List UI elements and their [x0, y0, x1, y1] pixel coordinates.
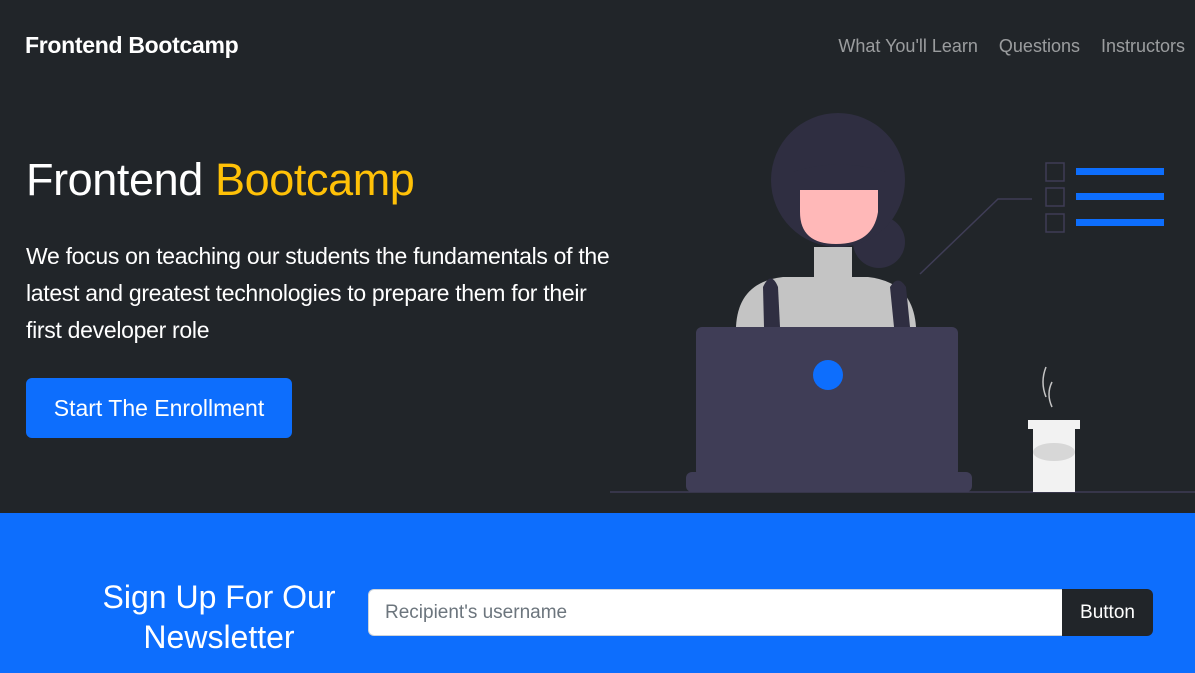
- coffee-cup-icon: [1028, 366, 1080, 492]
- hero-title-accent: Bootcamp: [215, 154, 415, 205]
- navbar: Frontend Bootcamp What You'll Learn Ques…: [0, 0, 1195, 92]
- nav-link-questions[interactable]: Questions: [999, 36, 1080, 57]
- nav-links: What You'll Learn Questions Instructors: [817, 36, 1185, 57]
- woman-figure: [736, 113, 916, 327]
- newsletter-submit-button[interactable]: Button: [1062, 589, 1153, 636]
- newsletter-title: Sign Up For Our Newsletter: [102, 579, 336, 655]
- start-enrollment-button[interactable]: Start The Enrollment: [26, 378, 292, 438]
- pointer-line: [919, 198, 1032, 275]
- laptop-logo: [813, 360, 843, 390]
- nav-link-what-youll-learn[interactable]: What You'll Learn: [838, 36, 978, 57]
- woman-at-laptop-illustration: [610, 113, 1195, 493]
- newsletter-username-input[interactable]: [368, 589, 1062, 636]
- hero-title: Frontend Bootcamp: [26, 154, 415, 206]
- newsletter-section: Sign Up For Our Newsletter Button: [0, 513, 1195, 673]
- checklist-icon: [1045, 162, 1164, 233]
- laptop: [686, 327, 972, 492]
- hero-section: Frontend Bootcamp We focus on teaching o…: [0, 92, 1195, 513]
- nav-link-instructors[interactable]: Instructors: [1101, 36, 1185, 57]
- hero-lead: We focus on teaching our students the fu…: [26, 243, 610, 343]
- hero-title-prefix: Frontend: [26, 154, 216, 205]
- navbar-brand[interactable]: Frontend Bootcamp: [25, 32, 239, 59]
- newsletter-input-group: Button: [368, 589, 1153, 636]
